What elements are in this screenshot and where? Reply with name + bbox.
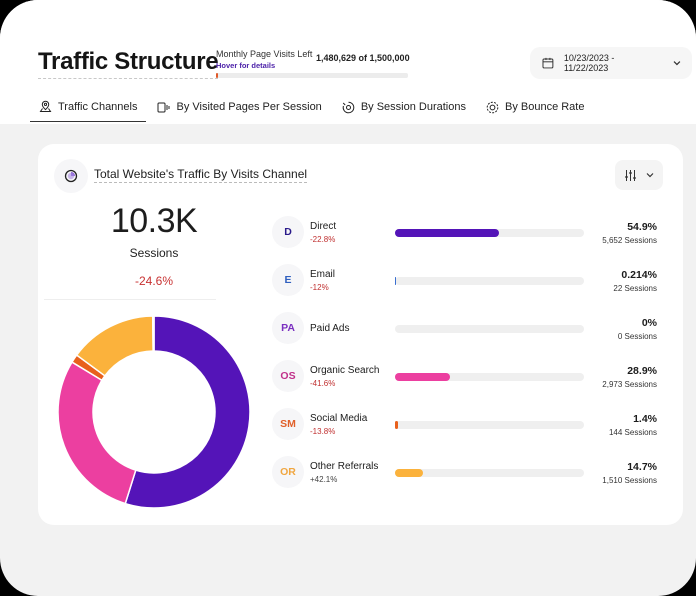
- channel-abbr: SM: [280, 418, 296, 430]
- channel-sessions: 22 Sessions: [613, 284, 657, 293]
- tab-bounce-rate[interactable]: By Bounce Rate: [477, 92, 594, 122]
- channel-bar-track: [395, 325, 584, 333]
- channel-sessions: 144 Sessions: [608, 428, 657, 437]
- channel-change: -12%: [310, 283, 329, 292]
- channel-change: -22.8%: [310, 235, 336, 244]
- quota-progress-fill: [216, 73, 219, 78]
- tab-label: Traffic Channels: [58, 100, 138, 113]
- pie-chart-icon: [64, 169, 78, 183]
- timer-icon: [342, 101, 355, 113]
- channel-percent: 1.4%: [633, 413, 657, 425]
- channel-sessions: 0 Sessions: [617, 332, 657, 341]
- card-title: Total Website's Traffic By Visits Channe…: [94, 167, 308, 183]
- page-header: Traffic Structure Monthly Page Visits Le…: [0, 0, 696, 124]
- channel-badge: OS: [272, 360, 304, 392]
- tab-label: By Session Durations: [360, 101, 466, 113]
- total-sessions-value: 10.3K: [110, 202, 198, 240]
- channel-badge: SM: [272, 408, 304, 440]
- channel-badge: PA: [272, 312, 304, 344]
- traffic-donut-chart: [57, 315, 251, 509]
- tab-visited-pages[interactable]: By Visited Pages Per Session: [148, 92, 330, 122]
- date-range-value: 10/23/2023 - 11/22/2023: [563, 53, 615, 73]
- chevron-down-icon: [673, 61, 681, 66]
- tab-label: By Bounce Rate: [504, 101, 585, 113]
- channel-percent: 14.7%: [627, 461, 657, 473]
- target-icon: [486, 101, 499, 113]
- donut-slice-organic-search[interactable]: [57, 361, 137, 505]
- channel-percent: 0.214%: [621, 269, 657, 281]
- channel-bar-fill: [395, 421, 398, 429]
- channel-name: Email: [310, 269, 336, 280]
- channel-abbr: D: [284, 226, 292, 238]
- channel-bar-fill: [395, 373, 450, 381]
- channel-row[interactable]: PA Paid Ads 0% 0 Sessions: [272, 312, 662, 360]
- channel-bar-track: [395, 469, 584, 477]
- channel-row[interactable]: OS Organic Search -41.6% 28.9% 2,973 Ses…: [272, 360, 662, 408]
- sliders-icon: [624, 169, 636, 181]
- app-window: Traffic Structure Monthly Page Visits Le…: [0, 0, 696, 596]
- channel-change: -13.8%: [310, 427, 336, 436]
- channel-row[interactable]: D Direct -22.8% 54.9% 5,652 Sessions: [272, 216, 662, 264]
- date-range-picker[interactable]: 10/23/2023 - 11/22/2023: [530, 47, 692, 79]
- channel-bar-track: [395, 373, 584, 381]
- total-sessions-change: -24.6%: [134, 274, 174, 288]
- channel-bar-fill: [395, 229, 499, 237]
- channel-bar-track: [395, 421, 584, 429]
- quota-progress-bar: [216, 73, 408, 78]
- channel-bar-track: [395, 277, 584, 285]
- tab-session-durations[interactable]: By Session Durations: [333, 92, 475, 122]
- channel-bar-fill: [395, 277, 397, 285]
- channel-badge: D: [272, 216, 304, 248]
- channel-abbr: OR: [280, 466, 296, 478]
- tab-traffic-channels[interactable]: Traffic Channels: [30, 92, 147, 122]
- channel-sessions: 5,652 Sessions: [602, 236, 657, 245]
- location-pin-icon: [39, 100, 52, 112]
- pages-icon: [157, 102, 170, 112]
- calendar-icon: [542, 57, 554, 69]
- channel-change: +42.1%: [310, 475, 338, 484]
- filter-dropdown-button[interactable]: [615, 160, 663, 190]
- channel-row[interactable]: SM Social Media -13.8% 1.4% 144 Sessions: [272, 408, 662, 456]
- quota-value: 1,480,629 of 1,500,000: [316, 53, 410, 63]
- channel-sessions: 1,510 Sessions: [602, 476, 657, 485]
- page-title: Traffic Structure: [38, 48, 219, 79]
- channel-name: Paid Ads: [310, 323, 350, 334]
- donut-slice-email[interactable]: [151, 315, 155, 352]
- channel-name: Social Media: [310, 413, 368, 424]
- tab-label: By Visited Pages Per Session: [176, 101, 322, 113]
- channel-list: D Direct -22.8% 54.9% 5,652 Sessions E E…: [272, 216, 662, 504]
- card-icon-container: [54, 159, 88, 193]
- traffic-channels-card: Total Website's Traffic By Visits Channe…: [38, 144, 683, 525]
- channel-abbr: PA: [281, 322, 295, 334]
- tab-bar: Traffic Channels By Visited Pages Per Se…: [30, 92, 595, 124]
- channel-badge: E: [272, 264, 304, 296]
- total-sessions-label: Sessions: [129, 246, 179, 260]
- channel-abbr: OS: [280, 370, 296, 382]
- divider: [44, 299, 216, 300]
- channel-name: Organic Search: [310, 365, 380, 376]
- chevron-down-icon: [646, 173, 653, 178]
- page-visits-quota[interactable]: Monthly Page Visits Left Hover for detai…: [216, 49, 410, 78]
- channel-row[interactable]: OR Other Referrals +42.1% 14.7% 1,510 Se…: [272, 456, 662, 504]
- channel-abbr: E: [284, 274, 292, 286]
- channel-sessions: 2,973 Sessions: [602, 380, 657, 389]
- channel-bar-fill: [395, 469, 423, 477]
- channel-bar-track: [395, 229, 584, 237]
- channel-percent: 54.9%: [627, 221, 657, 233]
- channel-percent: 28.9%: [627, 365, 657, 377]
- channel-change: -41.6%: [310, 379, 336, 388]
- channel-percent: 0%: [641, 317, 657, 329]
- channel-badge: OR: [272, 456, 304, 488]
- channel-row[interactable]: E Email -12% 0.214% 22 Sessions: [272, 264, 662, 312]
- channel-name: Other Referrals: [310, 461, 379, 472]
- channel-name: Direct: [310, 221, 337, 232]
